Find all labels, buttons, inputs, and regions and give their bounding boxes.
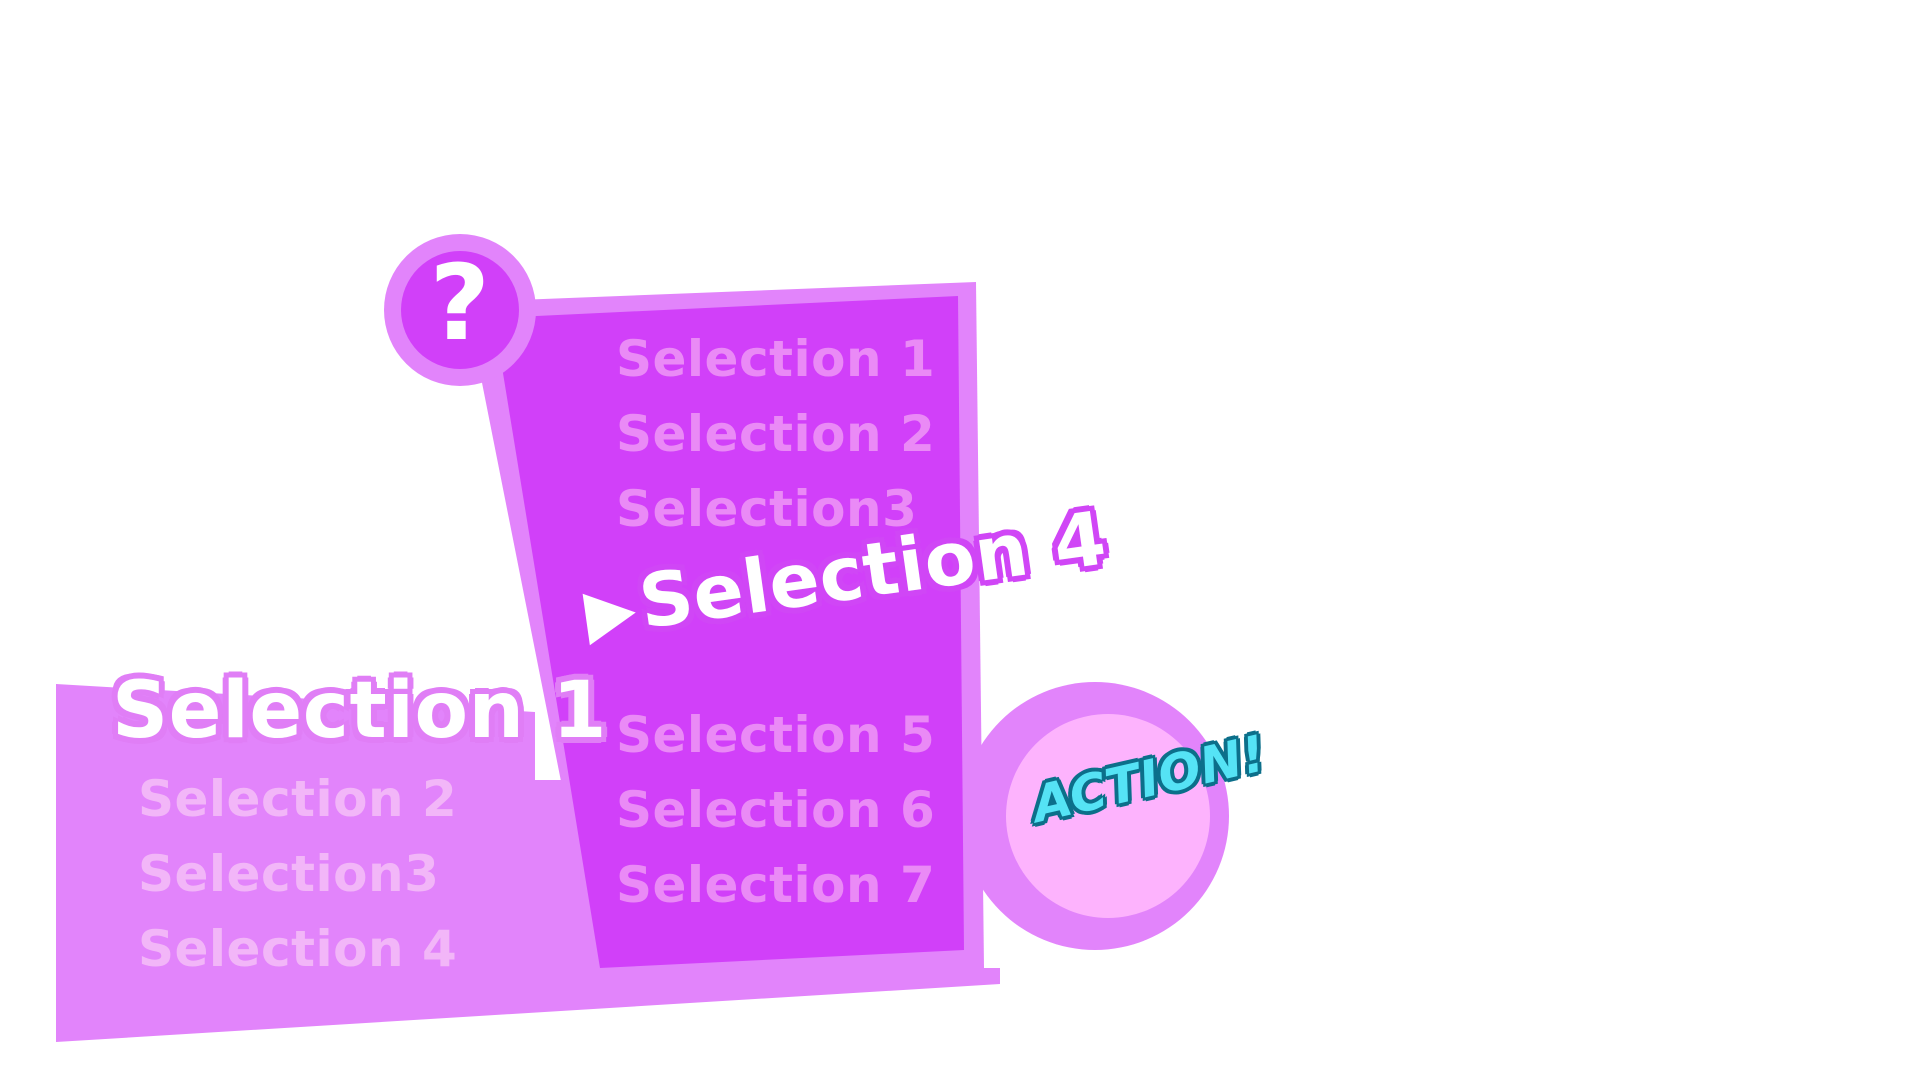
front-menu-item[interactable]: Selection 5 [616,706,935,764]
front-menu-item[interactable]: Selection 2 [616,405,935,463]
front-menu-item[interactable]: Selection 1 [616,330,935,388]
back-menu-selected-item[interactable]: Selection 1 [112,666,607,756]
back-menu-item[interactable]: Selection 4 [138,920,457,978]
triangle-right-icon [582,586,640,646]
question-mark-icon[interactable]: ? [395,242,525,364]
front-menu-item[interactable]: Selection 7 [616,856,935,914]
back-menu-item[interactable]: Selection3 [138,845,439,903]
back-menu-item[interactable]: Selection 2 [138,770,457,828]
front-menu-item[interactable]: Selection 6 [616,781,935,839]
game-menu-screen: ? Selection 1 Selection 2 Selection3 Sel… [0,0,1920,1080]
